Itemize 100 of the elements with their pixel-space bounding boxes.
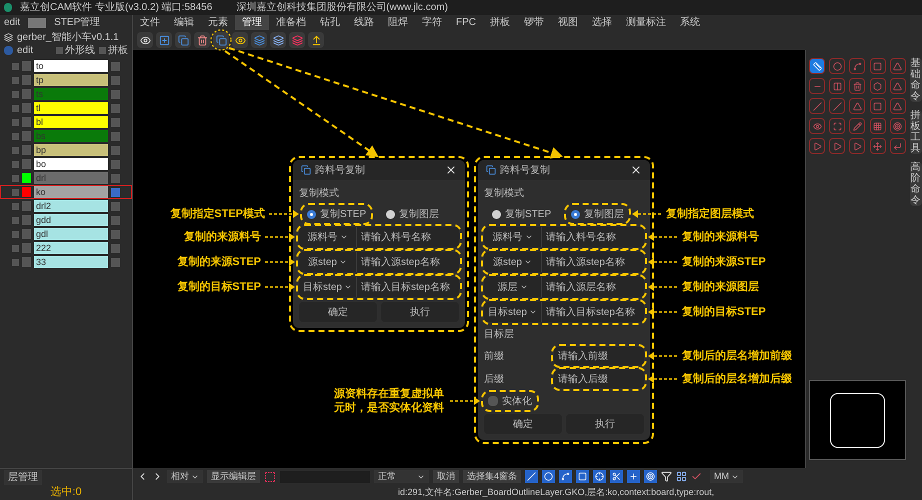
- menu-tab[interactable]: 阻焊: [381, 15, 415, 30]
- upload-icon[interactable]: [308, 32, 324, 48]
- play-icon[interactable]: [849, 138, 866, 154]
- menu-tab[interactable]: 测量标注: [619, 15, 673, 30]
- eye-icon[interactable]: [232, 32, 248, 48]
- circle-icon[interactable]: [542, 470, 556, 483]
- layer-row[interactable]: gdl: [0, 227, 132, 241]
- layer-name[interactable]: ko: [34, 186, 108, 198]
- input-field[interactable]: 源step 请输入源step名称: [484, 252, 644, 272]
- checkbox-option[interactable]: 实体化: [484, 393, 536, 409]
- dialog-button[interactable]: 执行: [381, 302, 459, 322]
- layer-name[interactable]: bo: [34, 158, 108, 170]
- layer-row[interactable]: gdd: [0, 213, 132, 227]
- menu-tab[interactable]: 选择: [585, 15, 619, 30]
- pencil-icon[interactable]: [849, 118, 866, 134]
- layer-row[interactable]: to: [0, 59, 132, 73]
- layer-name[interactable]: bp: [34, 144, 108, 156]
- visibility-checkbox[interactable]: [12, 174, 19, 182]
- show-edit-layer-button[interactable]: 显示编辑层: [207, 470, 260, 484]
- layer-name[interactable]: to: [34, 60, 108, 72]
- radio-option[interactable]: 复制图层: [567, 206, 628, 222]
- menu-tab[interactable]: 视图: [551, 15, 585, 30]
- filter-dropdown[interactable]: 正常: [374, 470, 429, 484]
- corner-icon[interactable]: [890, 138, 906, 154]
- layer-name[interactable]: tp: [34, 74, 108, 86]
- trash-icon[interactable]: [194, 32, 210, 48]
- menu-tab[interactable]: FPC: [449, 15, 483, 30]
- layer-row[interactable]: tp: [0, 73, 132, 87]
- input-field[interactable]: 目标step 请输入目标step名称: [299, 277, 459, 297]
- layer-row[interactable]: tl: [0, 101, 132, 115]
- eye-icon[interactable]: [137, 32, 153, 48]
- curve-icon[interactable]: [559, 470, 572, 483]
- menu-tab[interactable]: 元素: [201, 15, 235, 30]
- visibility-checkbox[interactable]: [12, 202, 19, 210]
- color-swatch[interactable]: [22, 215, 31, 225]
- layer-name[interactable]: gdd: [34, 214, 108, 226]
- visibility-checkbox[interactable]: [12, 216, 19, 224]
- layers-icon[interactable]: [251, 32, 267, 48]
- visibility-checkbox[interactable]: [12, 230, 19, 238]
- layer-row[interactable]: bp: [0, 143, 132, 157]
- slash-icon[interactable]: [525, 470, 538, 483]
- layer-row[interactable]: bo: [0, 157, 132, 171]
- selection-icon[interactable]: [264, 470, 276, 482]
- layer-row[interactable]: bl: [0, 115, 132, 129]
- menu-tab[interactable]: 拼板: [483, 15, 517, 30]
- color-swatch[interactable]: [22, 229, 31, 239]
- mode-dropdown[interactable]: 相对: [167, 470, 203, 484]
- job-name[interactable]: gerber_智能小车v0.1.1: [17, 30, 119, 44]
- menu-tab[interactable]: 锣带: [517, 15, 551, 30]
- input-field[interactable]: 源料号 请输入料号名称: [484, 227, 644, 247]
- color-swatch[interactable]: [22, 257, 31, 267]
- menu-tab[interactable]: 字符: [415, 15, 449, 30]
- select-window-button[interactable]: 选择集4窗条: [463, 470, 522, 484]
- radio-option[interactable]: 复制STEP: [303, 206, 370, 222]
- layer-name[interactable]: gdl: [34, 228, 108, 240]
- side-tab[interactable]: 高阶命令: [910, 162, 922, 206]
- menu-tab[interactable]: 线路: [347, 15, 381, 30]
- close-icon[interactable]: [445, 164, 457, 176]
- expand-icon[interactable]: [829, 118, 846, 134]
- layer-row[interactable]: drl2: [0, 199, 132, 213]
- play-icon[interactable]: [829, 138, 846, 154]
- input-field[interactable]: 目标step 请输入目标step名称: [484, 302, 644, 322]
- visibility-checkbox[interactable]: [12, 188, 19, 196]
- step-name[interactable]: edit: [17, 43, 52, 58]
- layer-name[interactable]: tl: [34, 102, 108, 114]
- menu-tab[interactable]: 管理: [235, 15, 269, 30]
- side-tab[interactable]: 基础命令: [910, 58, 922, 102]
- visibility-checkbox[interactable]: [12, 258, 19, 266]
- layer-row[interactable]: 222: [0, 241, 132, 255]
- visibility-checkbox[interactable]: [12, 104, 19, 112]
- color-swatch[interactable]: [22, 243, 31, 253]
- crosshair-icon[interactable]: [593, 470, 606, 483]
- color-swatch[interactable]: [22, 103, 31, 113]
- dialog-button[interactable]: 执行: [566, 414, 644, 434]
- close-icon[interactable]: [630, 164, 642, 176]
- color-swatch[interactable]: [22, 117, 31, 127]
- menu-tab[interactable]: 系统: [673, 15, 707, 30]
- layer-row[interactable]: 33: [0, 255, 132, 269]
- unit-dropdown[interactable]: MM: [710, 470, 744, 484]
- color-swatch[interactable]: [22, 201, 31, 211]
- job-selector[interactable]: [28, 18, 46, 28]
- layer-name[interactable]: 222: [34, 242, 108, 254]
- visibility-checkbox[interactable]: [12, 118, 19, 126]
- grid-icon[interactable]: [870, 118, 886, 134]
- visibility-checkbox[interactable]: [12, 90, 19, 98]
- color-swatch[interactable]: [22, 61, 31, 71]
- color-swatch[interactable]: [22, 75, 31, 85]
- layer-name[interactable]: drl2: [34, 200, 108, 212]
- input-field[interactable]: 请输入前缀: [554, 347, 644, 365]
- dialog-button[interactable]: 确定: [299, 302, 377, 322]
- menu-tab[interactable]: 编辑: [167, 15, 201, 30]
- input-field[interactable]: 源step 请输入源step名称: [299, 252, 459, 272]
- ruler-icon[interactable]: [809, 58, 825, 74]
- visibility-checkbox[interactable]: [12, 160, 19, 168]
- color-swatch[interactable]: [22, 173, 31, 183]
- layers-icon[interactable]: [270, 32, 286, 48]
- filter-icon[interactable]: [661, 471, 672, 482]
- layer-row[interactable]: ko: [0, 185, 132, 199]
- color-swatch[interactable]: [22, 131, 31, 141]
- side-tab[interactable]: 拼板工具: [910, 110, 922, 154]
